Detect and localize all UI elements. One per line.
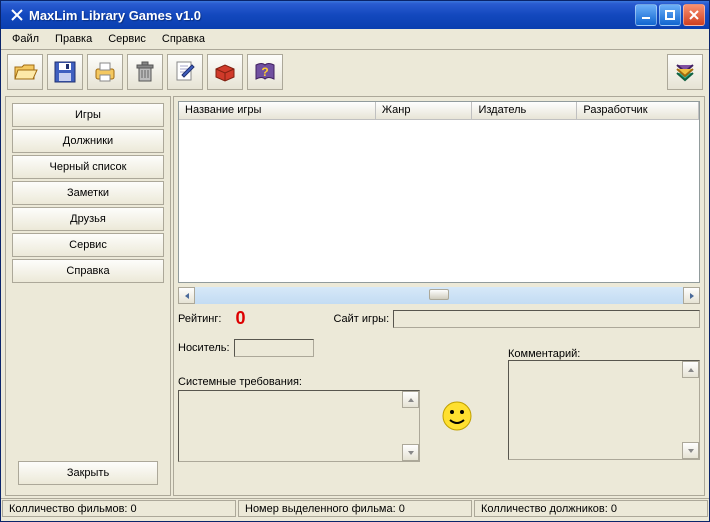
media-label: Носитель: xyxy=(178,342,230,354)
site-field[interactable] xyxy=(393,310,700,328)
games-table[interactable]: Название игры Жанр Издатель Разработчик xyxy=(178,101,700,283)
open-button[interactable] xyxy=(7,54,43,90)
menu-file[interactable]: Файл xyxy=(5,31,46,47)
maximize-button[interactable] xyxy=(659,4,681,26)
sidebar-item-notes[interactable]: Заметки xyxy=(12,181,164,205)
close-button[interactable]: Закрыть xyxy=(18,461,158,485)
sidebar: Игры Должники Черный список Заметки Друз… xyxy=(5,96,171,496)
table-body[interactable] xyxy=(179,120,699,282)
menu-help[interactable]: Справка xyxy=(155,31,212,47)
window-title: MaxLim Library Games v1.0 xyxy=(29,8,635,23)
sysreq-textarea[interactable] xyxy=(178,390,420,462)
save-button[interactable] xyxy=(47,54,83,90)
col-publisher[interactable]: Издатель xyxy=(472,102,577,120)
delete-button[interactable] xyxy=(127,54,163,90)
status-selected: Номер выделенного фильма: 0 xyxy=(238,500,472,517)
status-debtors: Колличество должников: 0 xyxy=(474,500,708,517)
scroll-right-icon[interactable] xyxy=(683,287,700,304)
details-pane: Рейтинг: 0 Сайт игры: Носитель: Системны… xyxy=(178,308,700,491)
menu-service[interactable]: Сервис xyxy=(101,31,153,47)
content-panel: Название игры Жанр Издатель Разработчик … xyxy=(173,96,705,496)
media-field[interactable] xyxy=(234,339,314,357)
sidebar-item-friends[interactable]: Друзья xyxy=(12,207,164,231)
sidebar-item-games[interactable]: Игры xyxy=(12,103,164,127)
col-developer[interactable]: Разработчик xyxy=(577,102,699,120)
box-button[interactable] xyxy=(207,54,243,90)
smiley-icon xyxy=(441,400,473,432)
sidebar-item-service[interactable]: Сервис xyxy=(12,233,164,257)
comment-textarea[interactable] xyxy=(508,360,700,460)
statusbar: Колличество фильмов: 0 Номер выделенного… xyxy=(1,498,709,518)
scroll-left-icon[interactable] xyxy=(178,287,195,304)
logo-button[interactable] xyxy=(667,54,703,90)
titlebar: MaxLim Library Games v1.0 xyxy=(1,1,709,29)
status-films: Колличество фильмов: 0 xyxy=(2,500,236,517)
menubar: Файл Правка Сервис Справка xyxy=(1,29,709,50)
close-window-button[interactable] xyxy=(683,4,705,26)
note-button[interactable] xyxy=(167,54,203,90)
menu-edit[interactable]: Правка xyxy=(48,31,99,47)
toolbar: ? xyxy=(1,50,709,94)
sidebar-item-help[interactable]: Справка xyxy=(12,259,164,283)
sidebar-item-debtors[interactable]: Должники xyxy=(12,129,164,153)
scroll-down-icon[interactable] xyxy=(682,442,699,459)
scroll-down-icon[interactable] xyxy=(402,444,419,461)
sidebar-item-blacklist[interactable]: Черный список xyxy=(12,155,164,179)
col-genre[interactable]: Жанр xyxy=(376,102,473,120)
scroll-up-icon[interactable] xyxy=(682,361,699,378)
sysreq-scrollbar[interactable] xyxy=(402,391,419,461)
site-label: Сайт игры: xyxy=(333,313,389,325)
rating-label: Рейтинг: xyxy=(178,313,221,325)
h-scrollbar[interactable] xyxy=(178,287,700,304)
app-icon xyxy=(9,7,25,23)
help-button[interactable]: ? xyxy=(247,54,283,90)
minimize-button[interactable] xyxy=(635,4,657,26)
scroll-thumb[interactable] xyxy=(429,289,449,300)
scroll-up-icon[interactable] xyxy=(402,391,419,408)
comment-label: Комментарий: xyxy=(508,348,580,360)
rating-value: 0 xyxy=(235,308,245,329)
print-button[interactable] xyxy=(87,54,123,90)
sysreq-label: Системные требования: xyxy=(178,376,302,388)
comment-scrollbar[interactable] xyxy=(682,361,699,459)
svg-text:?: ? xyxy=(261,65,268,79)
col-name[interactable]: Название игры xyxy=(179,102,376,120)
